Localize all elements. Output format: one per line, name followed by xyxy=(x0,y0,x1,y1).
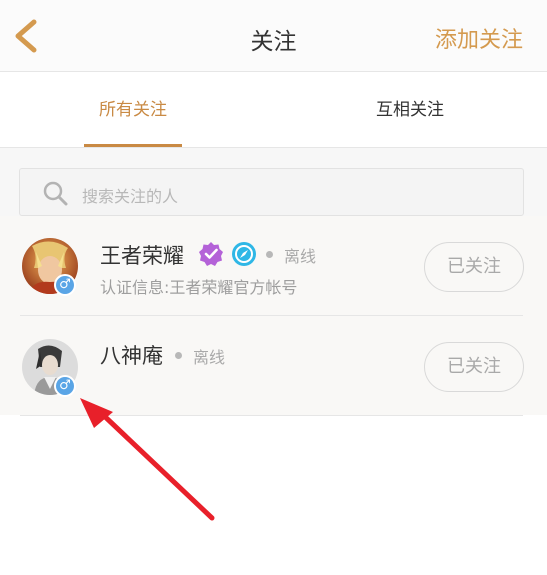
followed-button[interactable]: 已关注 xyxy=(424,242,524,292)
add-follow-button[interactable]: 添加关注 xyxy=(435,22,523,54)
back-button[interactable] xyxy=(8,16,48,56)
tab-mutual-follows[interactable]: 互相关注 xyxy=(310,72,510,148)
status-dot xyxy=(266,251,273,258)
tab-bar: 所有关注 互相关注 xyxy=(0,72,547,148)
search-input[interactable]: 搜索关注的人 xyxy=(19,168,524,216)
online-status: 离线 xyxy=(284,247,317,266)
tab-all-follows[interactable]: 所有关注 xyxy=(33,72,233,148)
active-tab-indicator xyxy=(84,144,182,147)
row-divider xyxy=(20,415,523,416)
compass-icon xyxy=(232,242,256,266)
followed-button[interactable]: 已关注 xyxy=(424,342,524,392)
online-status: 离线 xyxy=(193,348,226,367)
chevron-left-icon xyxy=(15,19,37,53)
search-placeholder: 搜索关注的人 xyxy=(82,187,179,206)
list-item[interactable]: ♂ 八神庵 离线 已关注 xyxy=(0,316,547,416)
list-item[interactable]: ♂ 王者荣耀 离线 认证信息:王者荣耀官方帐号 已关注 xyxy=(0,216,547,316)
verified-badge-icon xyxy=(199,242,223,266)
male-icon: ♂ xyxy=(54,274,76,296)
status-dot xyxy=(175,352,182,359)
follow-list: ♂ 王者荣耀 离线 认证信息:王者荣耀官方帐号 已关注 ♂ 八神庵 离线 已关注 xyxy=(0,216,547,416)
male-icon: ♂ xyxy=(54,375,76,397)
user-name: 王者荣耀 xyxy=(100,244,184,268)
top-bar: 关注 添加关注 xyxy=(0,0,547,72)
search-area: 搜索关注的人 xyxy=(0,148,547,216)
certification-info: 认证信息:王者荣耀官方帐号 xyxy=(100,278,298,297)
user-name: 八神庵 xyxy=(100,344,163,368)
search-icon xyxy=(43,181,68,206)
